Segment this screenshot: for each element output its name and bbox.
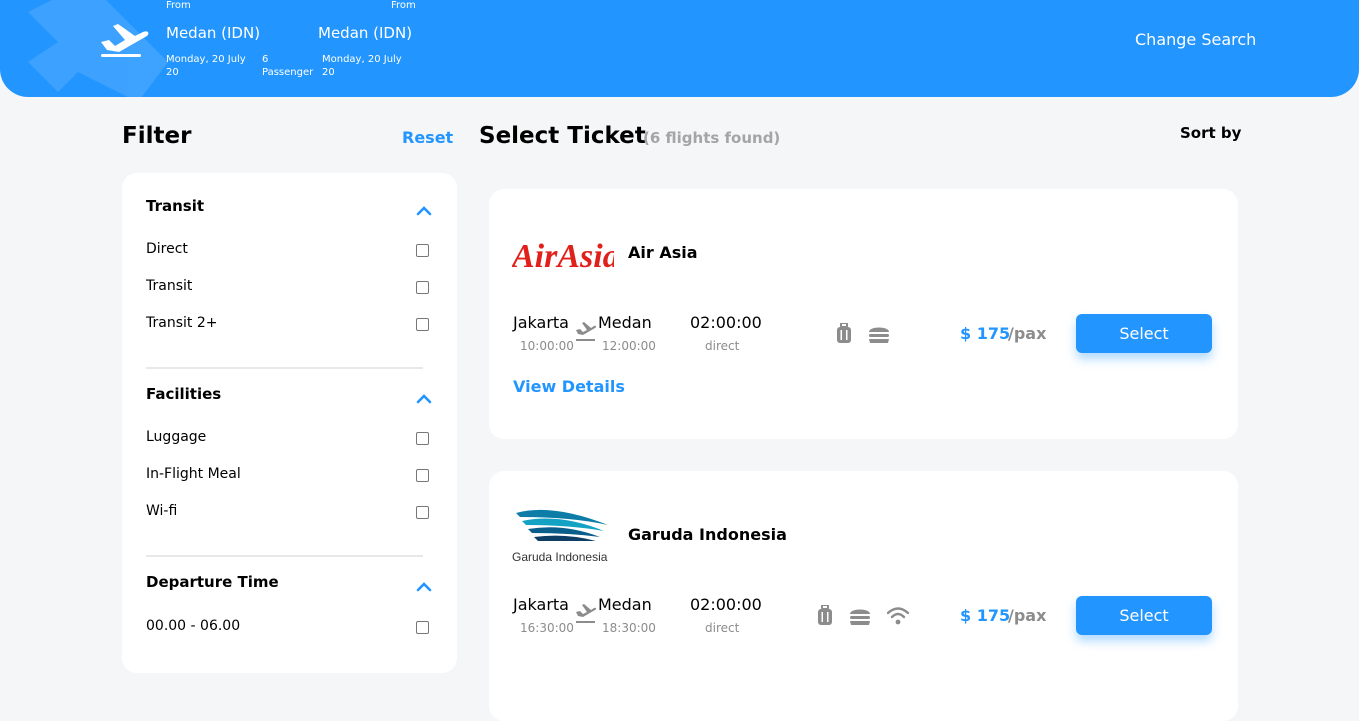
from-label-2: From <box>391 0 416 11</box>
price-unit: /pax <box>1008 324 1047 343</box>
filter-option-direct: Direct <box>146 241 188 257</box>
filter-option-transit-2plus: Transit 2+ <box>146 315 218 331</box>
arrival-time: 12:00:00 <box>602 339 656 353</box>
filter-section-departure-time: Departure Time <box>146 573 279 591</box>
arrival-city: Medan <box>598 595 652 614</box>
from-label: From <box>166 0 191 11</box>
plane-departure-icon <box>576 322 597 341</box>
select-button[interactable]: Select <box>1076 314 1212 353</box>
airline-name: Air Asia <box>628 243 698 262</box>
svg-text:Garuda Indonesia: Garuda Indonesia <box>512 550 608 564</box>
luggage-icon <box>837 323 851 343</box>
divider <box>146 555 423 557</box>
departure-time: 16:30:00 <box>520 621 574 635</box>
filter-panel: Transit Direct Transit Transit 2+ Facili… <box>122 173 457 673</box>
meal-icon <box>850 609 870 625</box>
svg-text:AirAsia: AirAsia <box>512 238 614 275</box>
checkbox-luggage[interactable] <box>416 432 429 445</box>
chevron-up-icon[interactable] <box>416 580 432 592</box>
header-bar: From Medan (IDN) Monday, 20 July 20 6 Pa… <box>0 0 1359 97</box>
view-details-link[interactable]: View Details <box>513 377 625 396</box>
chevron-up-icon[interactable] <box>416 204 432 216</box>
return-date: Monday, 20 July 20 <box>322 54 402 78</box>
checkbox-direct[interactable] <box>416 244 429 257</box>
filter-section-transit: Transit <box>146 197 205 215</box>
ticket-price: $ 175 <box>960 606 1011 625</box>
flight-duration: 02:00:00 <box>690 595 762 614</box>
plane-departure-icon <box>576 604 597 623</box>
arrival-city: Medan <box>598 313 652 332</box>
sort-by-dropdown[interactable]: Sort by <box>1180 124 1241 142</box>
filter-title: Filter <box>122 123 192 149</box>
ticket-card: AirAsia Air Asia Jakarta 10:00:00 Medan … <box>489 189 1238 439</box>
filter-option-wifi: Wi-fi <box>146 503 178 519</box>
page-title: Select Ticket <box>479 123 646 149</box>
arrival-time: 18:30:00 <box>602 621 656 635</box>
departure-date: Monday, 20 July 20 <box>166 54 246 78</box>
flight-type: direct <box>705 621 740 635</box>
destination-city: Medan (IDN) <box>318 24 413 42</box>
flights-found-count: (6 flights found) <box>643 129 781 147</box>
checkbox-meal[interactable] <box>416 469 429 482</box>
airline-name: Garuda Indonesia <box>628 525 787 544</box>
airasia-logo: AirAsia <box>512 238 614 275</box>
departure-time: 10:00:00 <box>520 339 574 353</box>
flight-type: direct <box>705 339 740 353</box>
divider <box>146 367 423 369</box>
ticket-price: $ 175 <box>960 324 1011 343</box>
from-city: Medan (IDN) <box>166 24 261 42</box>
departure-city: Jakarta <box>513 595 569 614</box>
filter-section-facilities: Facilities <box>146 385 222 403</box>
change-search-button[interactable]: Change Search <box>1135 30 1256 49</box>
reset-button[interactable]: Reset <box>402 128 453 147</box>
filter-option-luggage: Luggage <box>146 429 207 445</box>
price-unit: /pax <box>1008 606 1047 625</box>
ticket-card: Garuda Indonesia Garuda Indonesia Jakart… <box>489 471 1238 721</box>
plane-icon <box>101 24 149 57</box>
wifi-icon <box>887 607 909 625</box>
passenger-count: 6 Passenger <box>262 54 314 78</box>
garuda-indonesia-logo: Garuda Indonesia <box>512 509 608 564</box>
luggage-icon <box>818 605 832 625</box>
meal-icon <box>869 327 889 343</box>
checkbox-wifi[interactable] <box>416 506 429 519</box>
checkbox-transit-2plus[interactable] <box>416 318 429 331</box>
select-button[interactable]: Select <box>1076 596 1212 635</box>
departure-city: Jakarta <box>513 313 569 332</box>
checkbox-transit[interactable] <box>416 281 429 294</box>
flight-duration: 02:00:00 <box>690 313 762 332</box>
chevron-up-icon[interactable] <box>416 392 432 404</box>
filter-option-transit: Transit <box>146 278 193 294</box>
checkbox-time-range[interactable] <box>416 621 429 634</box>
filter-option-time-range: 00.00 - 06.00 <box>146 618 241 634</box>
filter-option-meal: In-Flight Meal <box>146 466 241 482</box>
